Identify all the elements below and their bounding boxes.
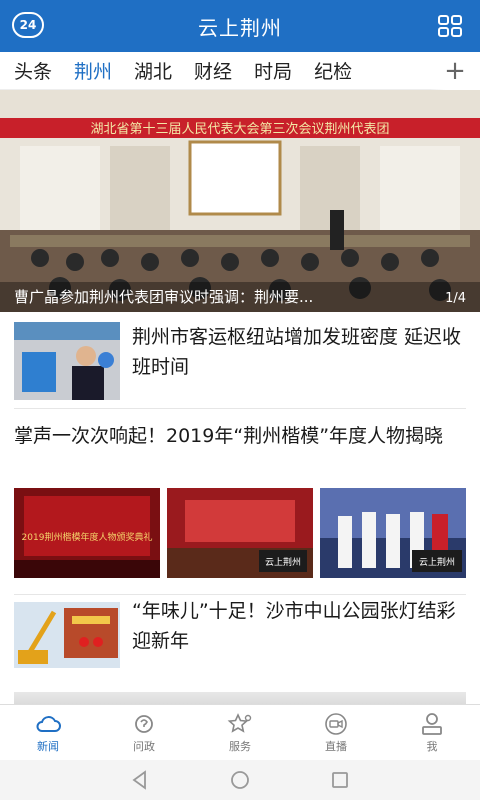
news-item[interactable]: “年味儿”十足！沙市中山公园张灯结彩迎新年: [0, 594, 480, 694]
channel-tabs: 头条 荆州 湖北 财经 时局 纪检 +: [0, 52, 480, 90]
nav-news[interactable]: 新闻: [0, 705, 96, 760]
system-navigation-bar: [0, 760, 480, 800]
video-camera-icon: [325, 712, 347, 735]
nav-label: 服务: [229, 739, 251, 753]
recents-icon[interactable]: [329, 769, 351, 791]
news-title: “年味儿”十足！沙市中山公园张灯结彩迎新年: [132, 600, 456, 652]
carousel-page-indicator: 1/4: [445, 291, 466, 306]
nav-label: 新闻: [37, 739, 59, 753]
back-icon[interactable]: [129, 769, 151, 791]
nav-label: 问政: [133, 739, 155, 753]
tab-jijian[interactable]: 纪检: [314, 57, 352, 84]
news-thumbnail: [14, 322, 120, 400]
question-hand-icon: [135, 714, 153, 733]
banner-image-text: 湖北省第十三届人民代表大会第三次会议荆州代表团: [90, 121, 389, 137]
tab-hubei[interactable]: 湖北: [134, 57, 172, 84]
logo-text: 24: [19, 18, 37, 32]
person-icon: [422, 712, 442, 735]
news-title: 掌声一次次响起！2019年“荆州楷模”年度人物揭晓: [14, 425, 444, 447]
home-icon[interactable]: [229, 769, 251, 791]
cloud-icon: [36, 715, 61, 732]
news-image-row: 2019荆州楷模年度人物颁奖典礼 云上荆州 云上荆州: [14, 488, 466, 578]
nav-live[interactable]: 直播: [288, 705, 384, 760]
grid-menu-icon[interactable]: [438, 15, 462, 37]
news-thumbnail: [14, 602, 120, 668]
news-image: 云上荆州: [320, 488, 466, 578]
news-image: 2019荆州楷模年度人物颁奖典礼: [14, 488, 160, 578]
tab-shiju[interactable]: 时局: [254, 57, 292, 84]
tab-caijing[interactable]: 财经: [194, 57, 232, 84]
bottom-navigation: 新闻 问政 服务 直播 我: [0, 704, 480, 760]
news-item[interactable]: 掌声一次次响起！2019年“荆州楷模”年度人物揭晓 2019荆州楷模年度人物颁奖…: [0, 408, 480, 594]
news-title: 荆州市客运枢纽站增加发班密度 延迟收班时间: [132, 326, 462, 378]
svg-text:2019荆州楷模年度人物颁奖典礼: 2019荆州楷模年度人物颁奖典礼: [22, 531, 153, 543]
svg-text:云上荆州: 云上荆州: [265, 556, 301, 568]
news-image: 云上荆州: [167, 488, 313, 578]
channel-24-icon[interactable]: 24: [12, 12, 44, 38]
headline-carousel[interactable]: 湖北省第十三届人民代表大会第三次会议荆州代表团 曹广晶参加荆州代表团审议时强调：…: [0, 90, 480, 312]
app-title: 云上荆州: [198, 15, 282, 40]
nav-wenzheng[interactable]: 问政: [96, 705, 192, 760]
nav-service[interactable]: 服务: [192, 705, 288, 760]
app-header: 24 云上荆州: [0, 0, 480, 52]
news-item[interactable]: 荆州市客运枢纽站增加发班密度 延迟收班时间: [0, 312, 480, 407]
tab-toutiao[interactable]: 头条: [14, 57, 52, 84]
nav-label: 直播: [325, 739, 347, 753]
nav-me[interactable]: 我: [384, 705, 480, 760]
banner-headline[interactable]: 曹广晶参加荆州代表团审议时强调：荆州要...: [0, 282, 480, 312]
banner-image: 湖北省第十三届人民代表大会第三次会议荆州代表团: [0, 90, 480, 312]
tab-jingzhou[interactable]: 荆州: [74, 57, 112, 84]
add-channel-button[interactable]: +: [430, 52, 480, 90]
nav-label: 我: [426, 739, 438, 753]
svg-text:云上荆州: 云上荆州: [419, 556, 455, 568]
star-service-icon: [227, 712, 252, 733]
